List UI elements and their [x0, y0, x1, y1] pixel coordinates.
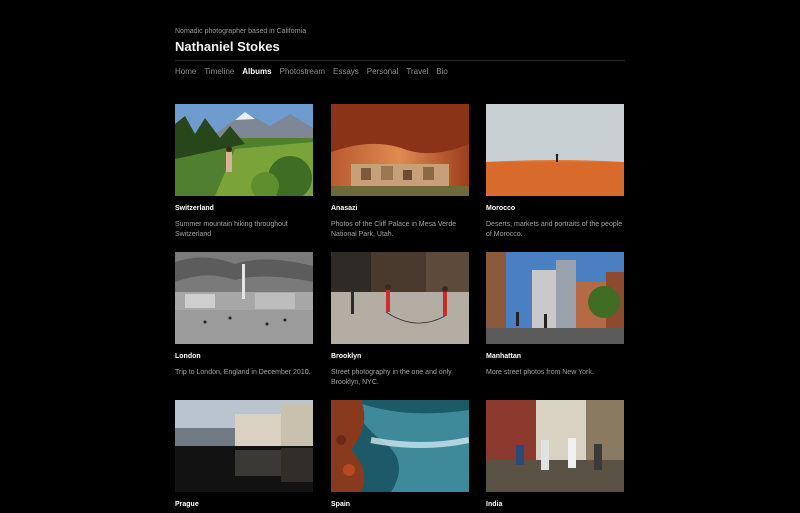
album-description: Trip to London, England in December 2010…	[175, 369, 311, 376]
album-description: Street photography in the one and only B…	[331, 369, 452, 386]
album-card-switzerland: Switzerland Summer mountain hiking throu…	[175, 104, 313, 238]
album-card-manhattan: Manhattan More street photos from New Yo…	[486, 252, 624, 376]
album-thumbnail-manhattan[interactable]	[486, 252, 624, 344]
site-title[interactable]: Nathaniel Stokes	[175, 39, 280, 54]
album-thumbnail-morocco[interactable]	[486, 104, 624, 196]
nav-bio[interactable]: Bio	[436, 67, 448, 76]
album-title[interactable]: Prague	[175, 501, 199, 508]
album-thumbnail-london[interactable]	[175, 252, 313, 344]
main-nav: Home Timeline Albums Photostream Essays …	[175, 67, 448, 76]
album-description: Deserts, markets and portraits of the pe…	[486, 221, 623, 238]
album-thumbnail-india[interactable]	[486, 400, 624, 492]
album-card-london: London Trip to London, England in Decemb…	[175, 252, 313, 376]
album-thumbnail-spain[interactable]	[331, 400, 469, 492]
album-title[interactable]: India	[486, 501, 502, 508]
album-description: Summer mountain hiking throughout Switze…	[175, 221, 288, 238]
album-card-brooklyn: Brooklyn Street photography in the one a…	[331, 252, 469, 386]
album-card-spain: Spain	[331, 400, 469, 508]
album-thumbnail-brooklyn[interactable]	[331, 252, 469, 344]
album-card-morocco: Morocco Deserts, markets and portraits o…	[486, 104, 624, 238]
nav-timeline[interactable]: Timeline	[204, 67, 234, 76]
album-title[interactable]: London	[175, 353, 201, 360]
album-thumbnail-anasazi[interactable]	[331, 104, 469, 196]
album-title[interactable]: Anasazi	[331, 205, 357, 212]
album-title[interactable]: Switzerland	[175, 205, 214, 212]
nav-photostream[interactable]: Photostream	[280, 67, 325, 76]
album-thumbnail-switzerland[interactable]	[175, 104, 313, 196]
album-title[interactable]: Spain	[331, 501, 350, 508]
album-thumbnail-prague[interactable]	[175, 400, 313, 492]
site-tagline: Nomadic photographer based in California	[175, 28, 307, 35]
header-divider	[175, 60, 625, 61]
album-description: Photos of the Cliff Palace in Mesa Verde…	[331, 221, 457, 238]
album-card-anasazi: Anasazi Photos of the Cliff Palace in Me…	[331, 104, 469, 238]
nav-travel[interactable]: Travel	[406, 67, 428, 76]
album-description: More street photos from New York.	[486, 369, 594, 376]
nav-personal[interactable]: Personal	[367, 67, 399, 76]
album-card-prague: Prague	[175, 400, 313, 508]
album-title[interactable]: Brooklyn	[331, 353, 361, 360]
album-title[interactable]: Morocco	[486, 205, 515, 212]
nav-albums[interactable]: Albums	[242, 67, 271, 76]
album-card-india: India	[486, 400, 624, 508]
nav-home[interactable]: Home	[175, 67, 196, 76]
nav-essays[interactable]: Essays	[333, 67, 359, 76]
album-title[interactable]: Manhattan	[486, 353, 521, 360]
